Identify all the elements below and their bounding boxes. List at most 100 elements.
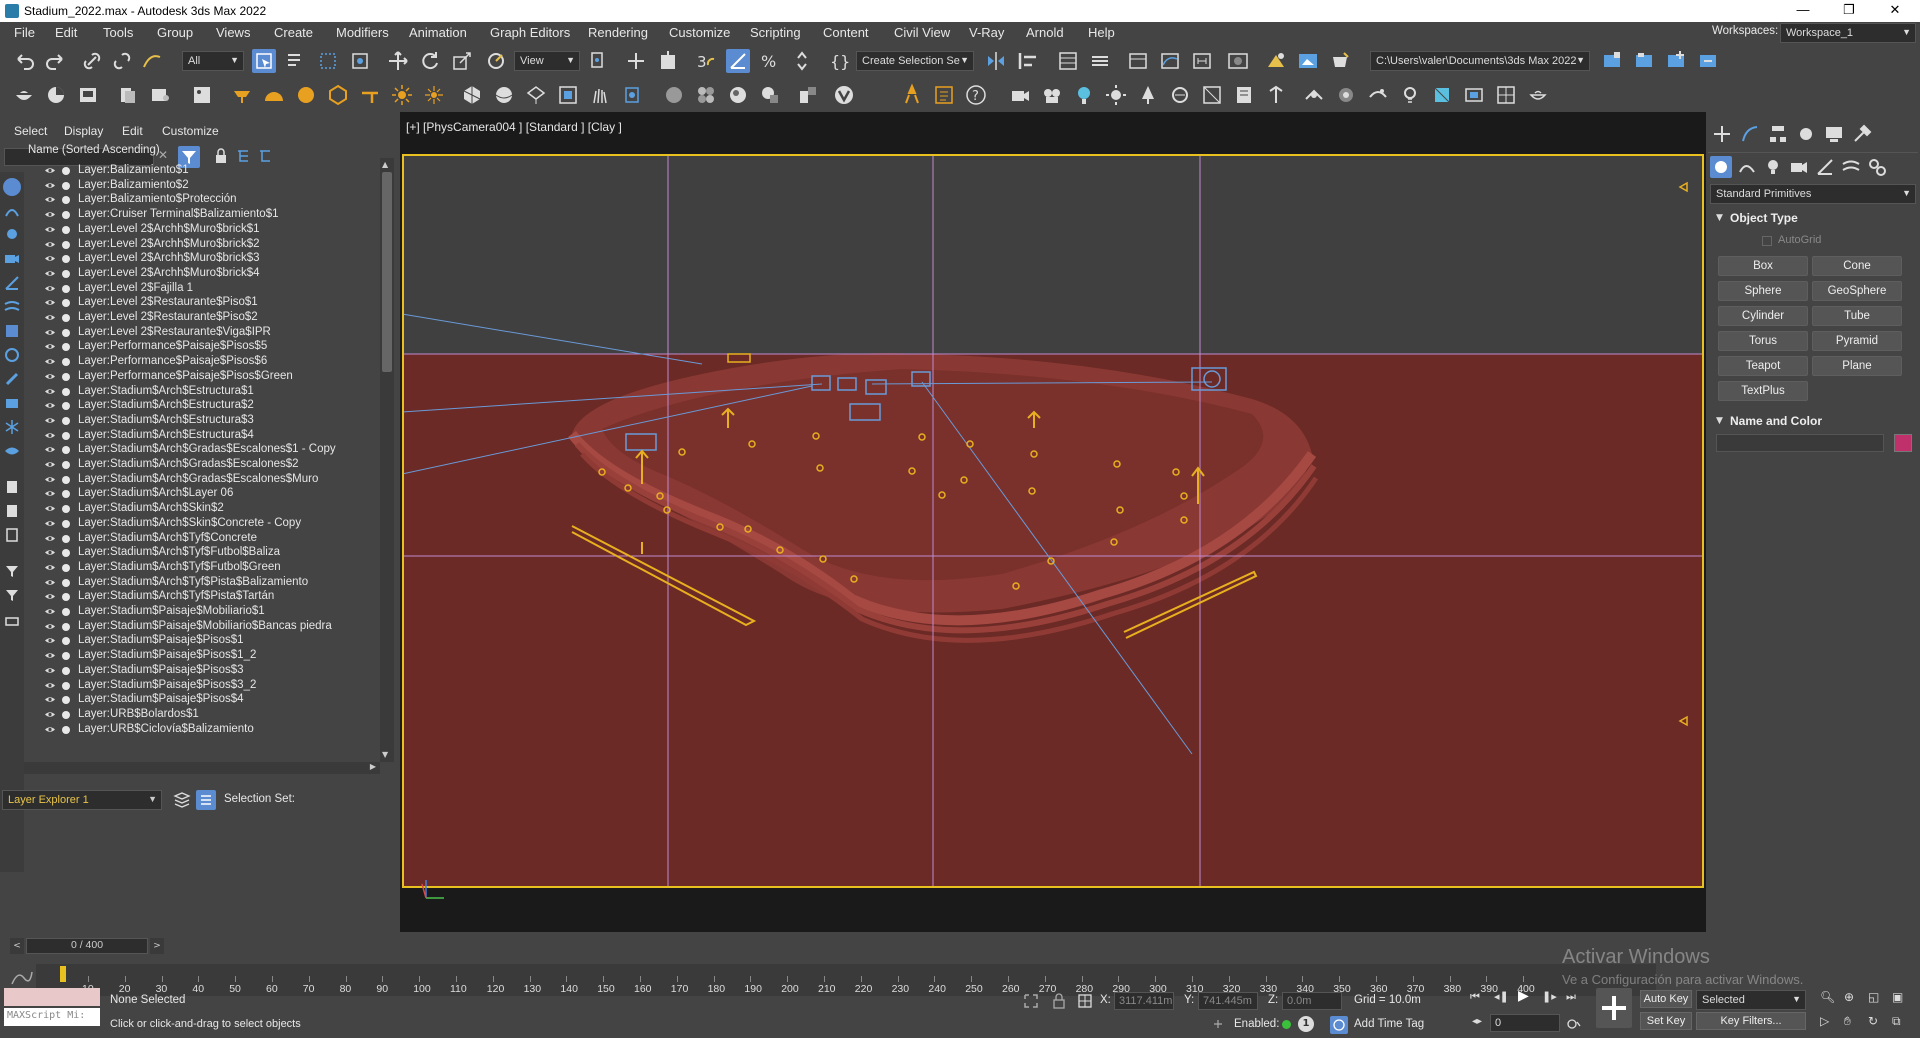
vray-render-icon[interactable] — [44, 83, 68, 107]
arnold-ies-icon[interactable] — [1264, 83, 1288, 107]
visibility-eye-icon[interactable] — [44, 563, 56, 572]
arnold-portal-icon[interactable] — [1462, 83, 1486, 107]
vray-ies-light-icon[interactable] — [326, 83, 350, 107]
time-slider[interactable]: 0 / 400 — [26, 938, 148, 954]
visibility-eye-icon[interactable] — [44, 401, 56, 410]
align-icon[interactable] — [1016, 49, 1040, 73]
named-selection-dropdown[interactable]: Create Selection Se ▼ — [856, 51, 974, 71]
display-xrefs-icon[interactable] — [3, 346, 21, 364]
tube-button[interactable]: Tube — [1812, 306, 1902, 326]
prev-frame-slider-icon[interactable]: < — [10, 938, 24, 954]
open-project-icon[interactable] — [1632, 49, 1656, 73]
keyboard-shortcut-icon[interactable] — [656, 49, 680, 73]
play-icon[interactable]: ▶ — [1518, 988, 1536, 1006]
helpers-category-icon[interactable] — [1814, 156, 1836, 178]
selection-lock-icon[interactable] — [1050, 992, 1068, 1010]
current-frame-field[interactable]: 0 — [1490, 1014, 1560, 1032]
menu-file[interactable]: File — [14, 25, 35, 40]
display-all-icon[interactable] — [3, 478, 21, 496]
freeze-toggle-icon[interactable] — [62, 490, 70, 499]
cone-button[interactable]: Cone — [1812, 256, 1902, 276]
previous-frame-icon[interactable]: ◂❚ — [1494, 990, 1510, 1006]
display-geometry-icon[interactable] — [3, 178, 21, 196]
vray-lister-icon[interactable] — [148, 83, 172, 107]
layers-stack-icon[interactable] — [172, 790, 192, 810]
visibility-eye-icon[interactable] — [44, 460, 56, 469]
column-header[interactable]: Name (Sorted Ascending) — [24, 142, 380, 158]
arnold-light-icon[interactable] — [900, 83, 924, 107]
visibility-eye-icon[interactable] — [44, 725, 56, 734]
visibility-eye-icon[interactable] — [44, 342, 56, 351]
visibility-eye-icon[interactable] — [44, 269, 56, 278]
explorer-menu-edit[interactable]: Edit — [122, 124, 143, 138]
geometry-category-icon[interactable] — [1710, 156, 1732, 178]
visibility-eye-icon[interactable] — [44, 225, 56, 234]
arnold-light-bulb-icon[interactable] — [1072, 83, 1096, 107]
next-frame-icon[interactable]: ❚▸ — [1542, 990, 1558, 1006]
absolute-mode-icon[interactable] — [1076, 992, 1094, 1010]
vray-plane-icon[interactable] — [524, 83, 548, 107]
display-children-icon[interactable] — [3, 610, 21, 628]
auto-key-button[interactable]: Auto Key — [1640, 990, 1692, 1008]
display-spacewarps-icon[interactable] — [3, 298, 21, 316]
selection-set-icon[interactable] — [196, 790, 216, 810]
freeze-toggle-icon[interactable] — [62, 402, 70, 411]
minimize-button[interactable]: — — [1788, 2, 1818, 20]
visibility-eye-icon[interactable] — [44, 166, 56, 175]
display-hidden-icon[interactable] — [3, 442, 21, 460]
arnold-volume-icon[interactable] — [1334, 83, 1358, 107]
menu-arnold[interactable]: Arnold — [1026, 25, 1064, 40]
layer-row[interactable]: Layer:URB$Ciclovía$Balizamiento — [24, 721, 379, 739]
freeze-toggle-icon[interactable] — [62, 622, 70, 631]
visibility-eye-icon[interactable] — [44, 548, 56, 557]
display-bones-icon[interactable] — [3, 370, 21, 388]
explorer-hscrollbar[interactable]: ▶ — [24, 762, 380, 774]
explorer-name-dropdown[interactable]: Layer Explorer 1 ▼ — [2, 790, 162, 810]
object-name-input[interactable] — [1716, 434, 1884, 452]
vray-decal-icon[interactable] — [620, 83, 644, 107]
vray-vfb-icon[interactable] — [76, 83, 100, 107]
visibility-eye-icon[interactable] — [44, 387, 56, 396]
sphere-button[interactable]: Sphere — [1718, 281, 1808, 301]
menu-scripting[interactable]: Scripting — [750, 25, 801, 40]
visibility-eye-icon[interactable] — [44, 431, 56, 440]
arnold-photometric-icon[interactable] — [1430, 83, 1454, 107]
rotate-icon[interactable] — [418, 49, 442, 73]
scroll-right-icon[interactable]: ▶ — [370, 762, 376, 771]
freeze-toggle-icon[interactable] — [62, 681, 70, 690]
snaps-toggle-icon[interactable]: 3 — [694, 49, 718, 73]
visibility-eye-icon[interactable] — [44, 240, 56, 249]
undo-icon[interactable] — [12, 49, 36, 73]
vray-ambient-light-icon[interactable] — [358, 83, 382, 107]
spinner-snap-icon[interactable] — [790, 49, 814, 73]
maxscript-mini-listener[interactable]: MAXScript Mi: — [4, 1008, 100, 1026]
goto-end-icon[interactable]: ⏭ — [1566, 990, 1582, 1006]
visibility-eye-icon[interactable] — [44, 181, 56, 190]
pyramid-button[interactable]: Pyramid — [1812, 331, 1902, 351]
time-tag-icon[interactable] — [1330, 1016, 1348, 1034]
cameras-category-icon[interactable] — [1788, 156, 1810, 178]
modify-tab-icon[interactable] — [1738, 122, 1762, 146]
display-tab-icon[interactable] — [1822, 122, 1846, 146]
freeze-toggle-icon[interactable] — [62, 652, 70, 661]
display-frozen-icon[interactable] — [3, 418, 21, 436]
rect-selection-icon[interactable] — [316, 49, 340, 73]
y-coordinate-field[interactable]: 741.445m — [1198, 992, 1258, 1010]
menu-vray[interactable]: V-Ray — [969, 25, 1004, 40]
schematic-view-icon[interactable] — [1190, 49, 1214, 73]
vray-fur-icon[interactable] — [556, 83, 580, 107]
vray-logo-icon[interactable] — [832, 83, 856, 107]
key-filters-button[interactable]: Key Filters... — [1696, 1012, 1806, 1030]
move-icon[interactable] — [386, 49, 410, 73]
visibility-eye-icon[interactable] — [44, 622, 56, 631]
info-icon[interactable]: 1 — [1298, 1016, 1314, 1032]
scroll-up-icon[interactable]: ▲ — [382, 160, 388, 169]
freeze-toggle-icon[interactable] — [62, 696, 70, 705]
object-type-title[interactable]: Object Type — [1730, 211, 1798, 225]
visibility-eye-icon[interactable] — [44, 372, 56, 381]
arnold-teapot-icon[interactable] — [1526, 83, 1550, 107]
arnold-shaders-icon[interactable] — [694, 83, 718, 107]
shapes-category-icon[interactable] — [1736, 156, 1758, 178]
visibility-eye-icon[interactable] — [44, 195, 56, 204]
arnold-cameras-icon[interactable] — [1040, 83, 1064, 107]
